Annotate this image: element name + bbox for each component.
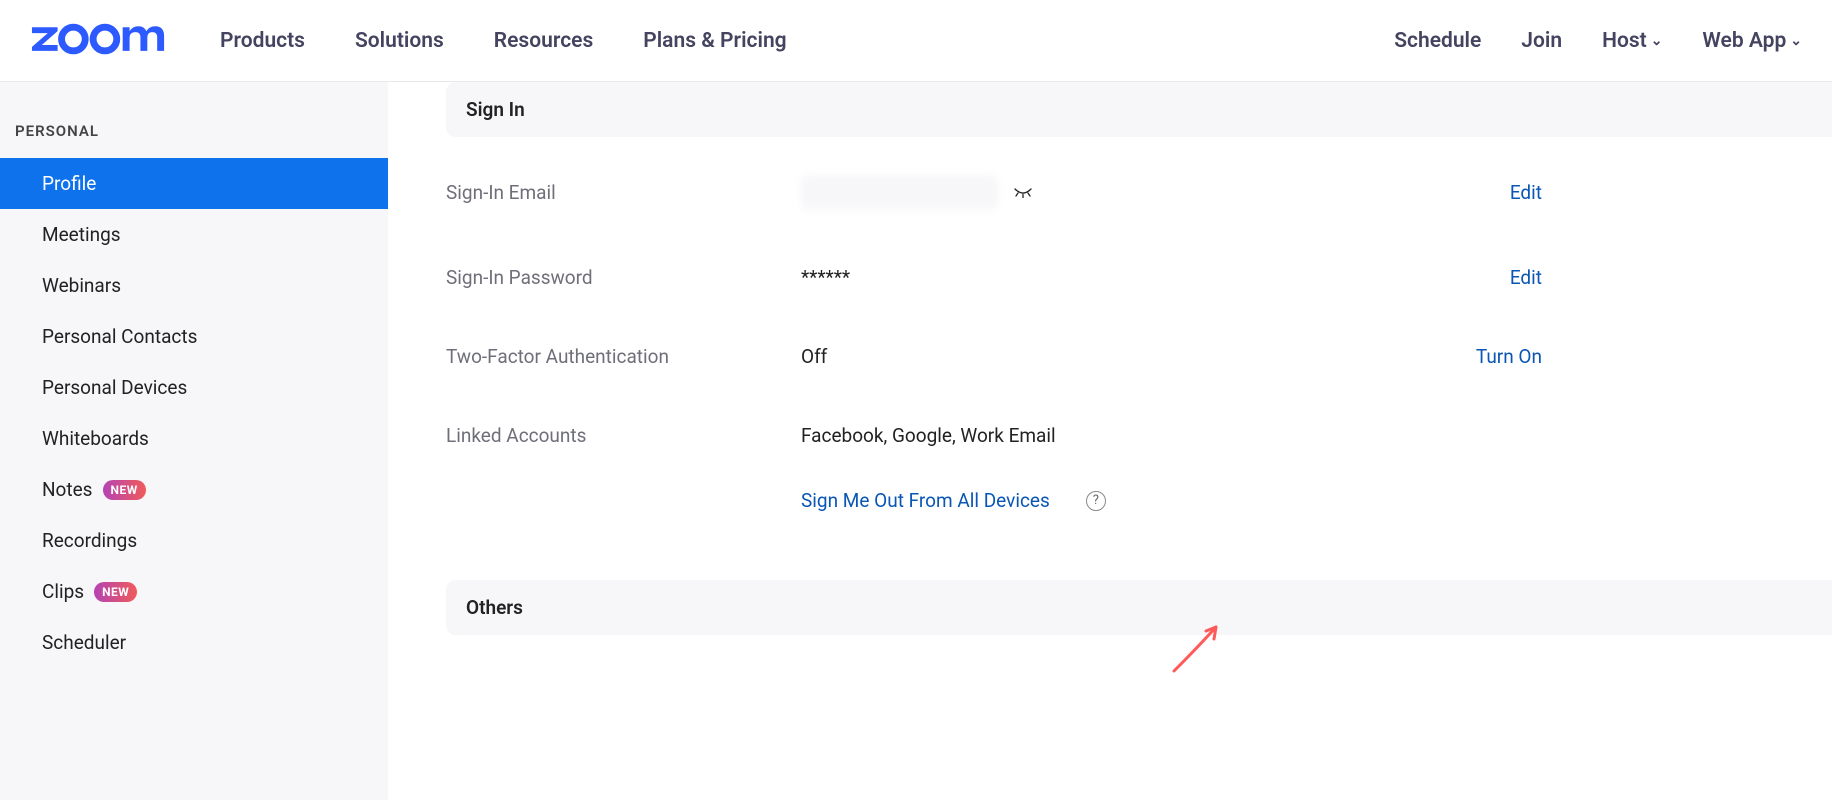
nav-schedule[interactable]: Schedule (1394, 29, 1481, 53)
row-value: Off (801, 345, 1476, 368)
nav-solutions[interactable]: Solutions (355, 29, 444, 53)
sidebar-item-recordings[interactable]: Recordings (0, 515, 388, 566)
new-badge: NEW (94, 582, 137, 602)
row-value: hidden (801, 175, 1510, 210)
row-value: ****** (801, 266, 1510, 289)
sidebar-item-personal-contacts[interactable]: Personal Contacts (0, 311, 388, 362)
zoom-logo[interactable] (30, 23, 170, 59)
section-others-header: Others (446, 580, 1832, 635)
row-two-factor: Two-Factor Authentication Off Turn On (446, 317, 1832, 396)
section-signin-body: Sign-In Email hidden Edit Sign-In Passwo… (388, 137, 1832, 580)
turn-on-tfa-link[interactable]: Turn On (1476, 345, 1832, 368)
sidebar-item-label: Recordings (42, 529, 137, 552)
sidebar-item-label: Meetings (42, 223, 121, 246)
nav-resources[interactable]: Resources (494, 29, 593, 53)
row-linked-accounts: Linked Accounts Facebook, Google, Work E… (446, 396, 1832, 475)
new-badge: NEW (103, 480, 146, 500)
nav-right: Schedule Join Host ⌄ Web App ⌄ (1394, 29, 1802, 53)
row-signin-email: Sign-In Email hidden Edit (446, 147, 1832, 238)
row-label: Sign-In Email (446, 181, 801, 204)
sidebar-item-label: Profile (42, 172, 96, 195)
nav-plans-pricing[interactable]: Plans & Pricing (643, 29, 786, 53)
sidebar-item-personal-devices[interactable]: Personal Devices (0, 362, 388, 413)
sidebar-item-label: Personal Devices (42, 376, 187, 399)
sidebar-item-whiteboards[interactable]: Whiteboards (0, 413, 388, 464)
sidebar-item-scheduler[interactable]: Scheduler (0, 617, 388, 668)
sidebar-item-webinars[interactable]: Webinars (0, 260, 388, 311)
sidebar-item-label: Scheduler (42, 631, 126, 654)
signout-all-devices-link[interactable]: Sign Me Out From All Devices (801, 489, 1050, 512)
main-content: Sign In Sign-In Email hidden Edit Sign-I… (388, 82, 1832, 635)
edit-email-link[interactable]: Edit (1510, 181, 1832, 204)
nav-host-label: Host (1602, 29, 1647, 53)
closed-eye-icon[interactable] (1014, 184, 1032, 202)
sidebar-item-clips[interactable]: Clips NEW (0, 566, 388, 617)
sidebar-item-label: Clips (42, 580, 84, 603)
chevron-down-icon: ⌄ (1790, 33, 1802, 49)
sidebar-item-meetings[interactable]: Meetings (0, 209, 388, 260)
help-icon[interactable]: ? (1086, 491, 1106, 511)
sidebar: PERSONAL Profile Meetings Webinars Perso… (0, 82, 388, 800)
sidebar-item-label: Whiteboards (42, 427, 149, 450)
page-body: PERSONAL Profile Meetings Webinars Perso… (0, 82, 1832, 800)
sidebar-item-label: Webinars (42, 274, 121, 297)
sidebar-heading-personal: PERSONAL (0, 112, 388, 158)
nav-web-app[interactable]: Web App ⌄ (1702, 29, 1802, 53)
row-label: Linked Accounts (446, 424, 801, 447)
row-signout-all: Sign Me Out From All Devices ? (446, 475, 1832, 540)
nav-host[interactable]: Host ⌄ (1602, 29, 1662, 53)
nav-products[interactable]: Products (220, 29, 305, 53)
sidebar-item-label: Notes (42, 478, 93, 501)
sidebar-item-label: Personal Contacts (42, 325, 197, 348)
sidebar-item-notes[interactable]: Notes NEW (0, 464, 388, 515)
section-signin-header: Sign In (446, 82, 1832, 137)
nav-left: Products Solutions Resources Plans & Pri… (220, 29, 787, 53)
row-value: Facebook, Google, Work Email (801, 424, 1542, 447)
header: Products Solutions Resources Plans & Pri… (0, 0, 1832, 82)
nav-join[interactable]: Join (1521, 29, 1562, 53)
chevron-down-icon: ⌄ (1651, 33, 1663, 49)
row-label: Two-Factor Authentication (446, 345, 801, 368)
row-signin-password: Sign-In Password ****** Edit (446, 238, 1832, 317)
nav-web-app-label: Web App (1702, 29, 1786, 53)
row-label: Sign-In Password (446, 266, 801, 289)
sidebar-item-profile[interactable]: Profile (0, 158, 388, 209)
email-value-masked: hidden (801, 175, 998, 210)
edit-password-link[interactable]: Edit (1510, 266, 1832, 289)
